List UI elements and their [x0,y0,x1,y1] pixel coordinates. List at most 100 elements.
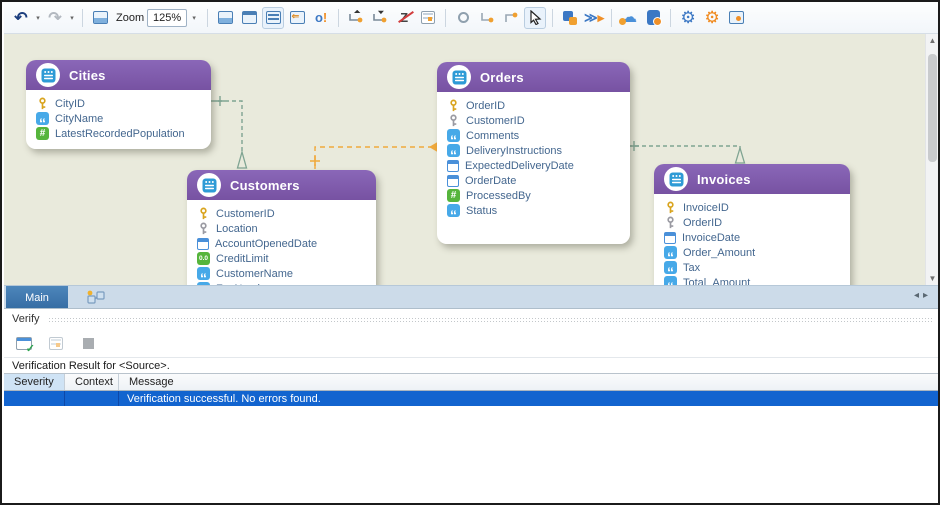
connector-child-icon[interactable] [369,7,391,29]
run-verification-icon[interactable] [14,333,34,353]
text-icon [664,276,677,285]
copy-results-icon[interactable] [46,333,66,353]
field-row[interactable]: CityName [36,111,201,126]
database-badge-icon[interactable] [642,7,664,29]
redo-icon[interactable]: ↷ [44,7,66,29]
text-icon [36,112,49,125]
cell-severity [4,391,65,406]
field-row[interactable]: Tax [664,260,840,275]
table-row[interactable]: Verification successful. No errors found… [4,391,940,406]
entity-cities[interactable]: Cities CityID CityName LatestRecordedPop… [26,60,211,149]
field-row[interactable]: CustomerID [197,206,366,221]
entity-orders-header[interactable]: Orders [437,62,630,92]
key-gray-icon [447,114,460,127]
column-header-severity[interactable]: Severity [4,374,65,390]
field-row[interactable]: CustomerName [197,266,366,281]
verification-table: Severity Context Message Verification su… [4,373,940,406]
zoom-value-combo[interactable]: 125% [147,9,187,27]
tab-model[interactable] [78,288,114,308]
zoom-caret-icon[interactable]: ▾ [190,14,198,22]
tab-scroll-arrows[interactable]: ◂▸ [914,290,932,301]
calendar-icon [447,175,459,187]
field-row[interactable]: Status [447,203,620,218]
key-gold-icon [36,97,49,110]
tab-main[interactable]: Main [6,286,68,309]
validate-icon[interactable]: o! [310,7,332,29]
redo-caret-icon[interactable]: ▾ [68,14,76,22]
text-icon [447,129,460,142]
field-row[interactable]: CustomerID [447,113,620,128]
column-header-message[interactable]: Message [119,374,940,390]
field-name: AccountOpenedDate [215,238,317,250]
no-autolayout-icon[interactable]: Z [393,7,415,29]
field-name: InvoiceID [683,202,729,214]
number-icon [36,127,49,140]
field-row[interactable]: Order_Amount [664,245,840,260]
entity-title: Cities [69,68,106,83]
field-row[interactable]: Total_Amount [664,275,840,285]
table-icon [197,173,221,197]
field-row[interactable]: CreditLimit [197,251,366,266]
field-name: CreditLimit [216,253,269,265]
field-row[interactable]: CityID [36,96,201,111]
text-icon [447,204,460,217]
field-row[interactable]: OrderDate [447,173,620,188]
field-row[interactable]: OrderID [664,215,840,230]
pointer-tool-icon[interactable] [524,7,546,29]
entity-title: Orders [480,70,524,85]
field-name: Tax [683,262,700,274]
preview-window-icon[interactable] [725,7,747,29]
calendar-icon [664,232,676,244]
export-diagram-icon[interactable]: ≫▸ [583,7,605,29]
field-row[interactable]: Comments [447,128,620,143]
field-row[interactable]: DeliveryInstructions [447,143,620,158]
field-row[interactable]: AccountOpenedDate [197,236,366,251]
field-name: OrderDate [465,175,516,187]
settings-orange-gear-icon[interactable]: ⚙ [701,7,723,29]
undo-icon[interactable]: ↶ [10,7,32,29]
field-row[interactable]: ExpectedDeliveryDate [447,158,620,173]
window-rows-icon[interactable] [262,7,284,29]
vertical-scrollbar[interactable]: ▲ ▼ [925,34,938,285]
connector-tool2-icon[interactable] [500,7,522,29]
scroll-up-icon[interactable]: ▲ [926,34,939,47]
calendar-icon [197,238,209,250]
window-topbar-icon[interactable] [238,7,260,29]
field-row[interactable]: ProcessedBy [447,188,620,203]
page-half-icon[interactable] [214,7,236,29]
sample-format-icon[interactable] [417,7,439,29]
field-row[interactable]: InvoiceDate [664,230,840,245]
entity-customers-header[interactable]: Customers [187,170,376,200]
field-name: Total_Amount [683,277,750,286]
entity-cities-header[interactable]: Cities [26,60,211,90]
field-row[interactable]: Location [197,221,366,236]
fit-to-window-icon[interactable] [89,7,111,29]
window-import-icon[interactable] [286,7,308,29]
ellipse-tool-icon[interactable] [452,7,474,29]
entity-invoices[interactable]: Invoices InvoiceID OrderID InvoiceDate [654,164,850,285]
entity-customers[interactable]: Customers CustomerID Location AccountOpe… [187,170,376,285]
field-name: ExpectedDeliveryDate [465,160,574,172]
scrollbar-thumb[interactable] [928,54,937,162]
undo-caret-icon[interactable]: ▾ [34,14,42,22]
field-row[interactable]: OrderID [447,98,620,113]
entity-invoices-header[interactable]: Invoices [654,164,850,194]
connector-tool-icon[interactable] [476,7,498,29]
copy-diagram-icon[interactable] [559,7,581,29]
key-gold-icon [197,207,210,220]
connector-parent-icon[interactable] [345,7,367,29]
settings-blue-gear-icon[interactable]: ⚙ [677,7,699,29]
stop-icon[interactable] [78,333,98,353]
cloud-sync-icon[interactable]: ☁ [618,7,640,29]
column-header-context[interactable]: Context [65,374,119,390]
scroll-down-icon[interactable]: ▼ [926,272,939,285]
entity-orders[interactable]: Orders OrderID CustomerID Comments Deli [437,62,630,244]
field-name: InvoiceDate [682,232,740,244]
field-row[interactable]: InvoiceID [664,200,840,215]
field-row[interactable]: LatestRecordedPopulation [36,126,201,141]
field-row[interactable]: FaxNumber [197,281,366,285]
diagram-canvas[interactable]: Cities CityID CityName LatestRecordedPop… [4,34,925,285]
field-name: ProcessedBy [466,190,531,202]
field-name: CustomerID [216,208,275,220]
verification-result-label: Verification Result for <Source>. [4,357,940,373]
